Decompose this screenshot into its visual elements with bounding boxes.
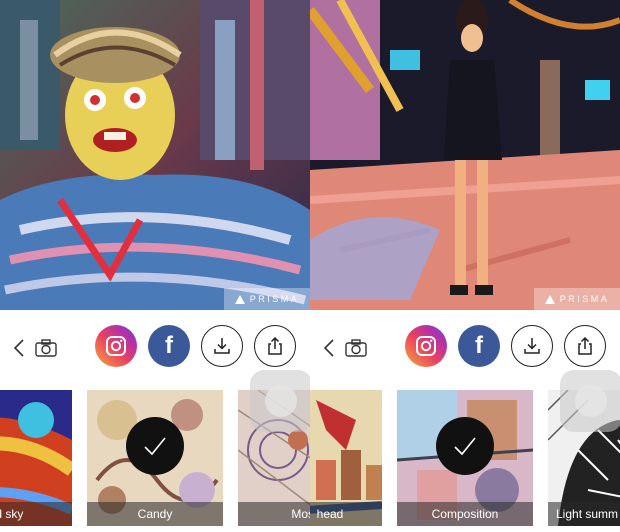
- download-icon: [524, 338, 540, 354]
- filter-label: red sky: [0, 502, 72, 526]
- share-button[interactable]: [254, 325, 296, 367]
- chevron-left-icon[interactable]: [320, 336, 340, 360]
- touch-indicator: [250, 370, 310, 432]
- facebook-icon: f: [475, 332, 483, 359]
- filter-label: Composition: [397, 502, 533, 526]
- download-button[interactable]: [201, 325, 243, 367]
- facebook-button[interactable]: f: [148, 325, 190, 367]
- chevron-left-icon[interactable]: [10, 336, 30, 360]
- right-screen: PRISMA f head Composition Light summ: [310, 0, 620, 532]
- share-button[interactable]: [564, 325, 606, 367]
- share-icon: [578, 336, 592, 355]
- touch-indicator: [560, 370, 620, 432]
- filter-label: head: [310, 502, 382, 526]
- instagram-icon: [416, 336, 436, 356]
- instagram-icon: [106, 336, 126, 356]
- checkmark-icon: [144, 437, 166, 456]
- prisma-watermark: PRISMA: [534, 288, 620, 310]
- facebook-icon: f: [165, 332, 173, 359]
- download-button[interactable]: [511, 325, 553, 367]
- filter-label: Mosa: [238, 502, 310, 526]
- selected-checkmark: [126, 417, 184, 475]
- filter-label: Light summ: [548, 502, 620, 526]
- filter-tile[interactable]: red sky: [0, 390, 72, 526]
- filter-carousel[interactable]: red sky Candy Mosa: [0, 370, 310, 526]
- prisma-logo-icon: [544, 294, 555, 304]
- selected-checkmark: [436, 417, 494, 475]
- left-screen: PRISMA f r: [0, 0, 310, 532]
- facebook-button[interactable]: f: [458, 325, 500, 367]
- share-icon: [268, 336, 282, 355]
- filter-tile-selected[interactable]: Candy: [87, 390, 223, 526]
- filter-tile-selected[interactable]: Composition: [397, 390, 533, 526]
- instagram-button[interactable]: [95, 325, 137, 367]
- filter-tile[interactable]: head: [310, 390, 382, 526]
- watermark-text: PRISMA: [559, 294, 610, 304]
- prisma-logo-icon: [234, 294, 245, 304]
- filter-label: Candy: [87, 502, 223, 526]
- filtered-photo: PRISMA: [310, 0, 620, 310]
- checkmark-icon: [454, 437, 476, 456]
- camera-icon[interactable]: [34, 338, 58, 358]
- camera-icon[interactable]: [344, 338, 368, 358]
- watermark-text: PRISMA: [249, 294, 300, 304]
- prisma-watermark: PRISMA: [224, 288, 310, 310]
- filter-carousel[interactable]: head Composition Light summ: [310, 370, 620, 526]
- filtered-photo: PRISMA: [0, 0, 310, 310]
- instagram-button[interactable]: [405, 325, 447, 367]
- download-icon: [214, 338, 230, 354]
